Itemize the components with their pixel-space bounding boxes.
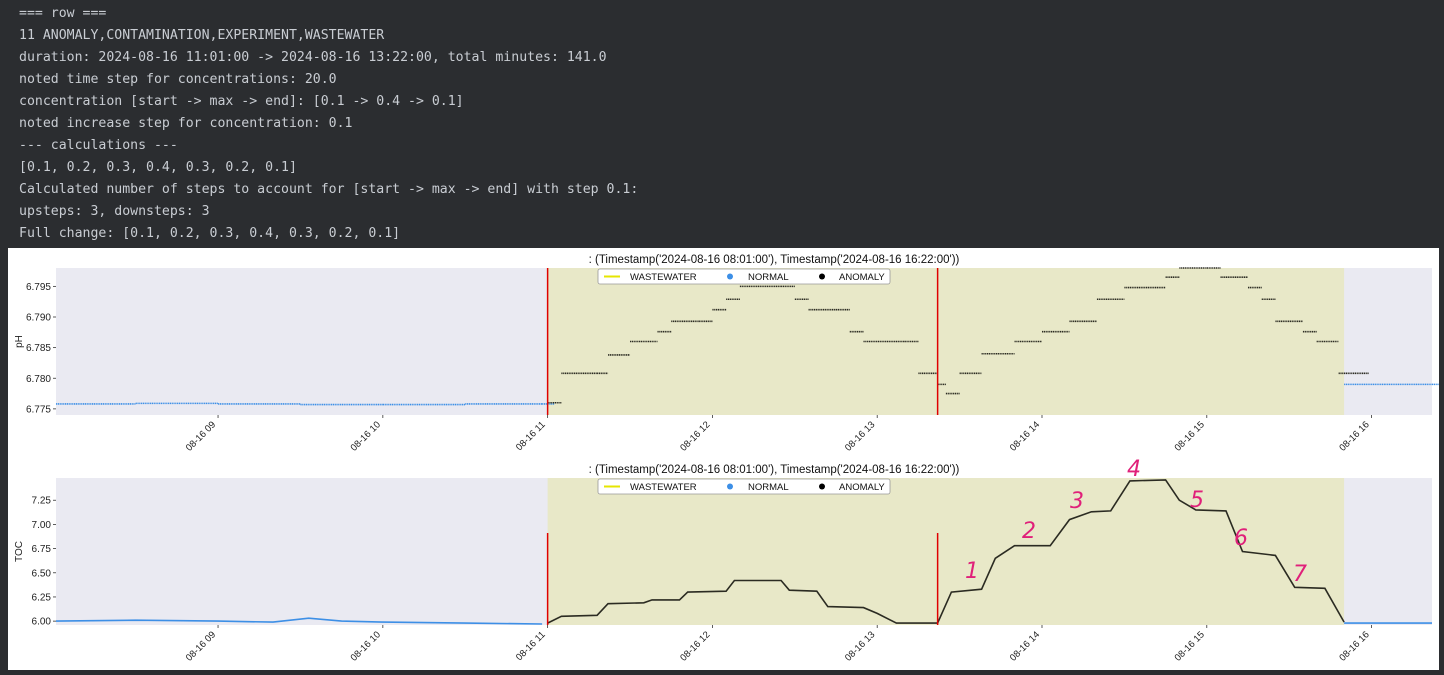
legend-anomaly-label: ANOMALY <box>839 482 885 493</box>
y-tick-label: 6.795 <box>26 282 51 293</box>
x-tick-label: 08-16 11 <box>514 629 548 663</box>
legend-normal-swatch <box>727 483 733 490</box>
y-tick-label: 6.785 <box>26 343 51 354</box>
x-tick-label: 08-16 13 <box>843 629 877 663</box>
step-annotation: 1 <box>965 559 979 584</box>
step-annotation: 2 <box>1022 519 1036 544</box>
console-line: 11 ANOMALY,CONTAMINATION,EXPERIMENT,WAST… <box>19 28 385 43</box>
x-tick-label: 08-16 14 <box>1008 419 1042 453</box>
console-line: duration: 2024-08-16 11:01:00 -> 2024-08… <box>19 50 607 65</box>
y-tick-label: 6.00 <box>32 617 52 628</box>
x-tick-label: 08-16 09 <box>184 419 218 453</box>
y-tick-label: 6.780 <box>26 374 51 385</box>
console-line: noted increase step for concentration: 0… <box>19 116 353 131</box>
x-tick-label: 08-16 12 <box>678 629 712 663</box>
x-tick-label: 08-16 10 <box>349 419 383 453</box>
y-tick-label: 6.50 <box>32 568 52 579</box>
chart-title: : (Timestamp('2024-08-16 08:01:00'), Tim… <box>589 254 960 266</box>
y-tick-label: 6.790 <box>26 313 51 324</box>
console-output: === row === 11 ANOMALY,CONTAMINATION,EXP… <box>19 3 638 245</box>
y-tick-label: 7.25 <box>32 496 52 507</box>
legend-anomaly-swatch <box>819 273 825 280</box>
ph-chart: : (Timestamp('2024-08-16 08:01:00'), Tim… <box>14 254 1439 454</box>
y-tick-label: 7.00 <box>32 520 52 531</box>
legend-anomaly-label: ANOMALY <box>839 272 885 283</box>
x-tick-label: 08-16 14 <box>1008 629 1042 663</box>
x-tick-label: 08-16 11 <box>514 419 548 453</box>
x-tick-label: 08-16 16 <box>1337 419 1371 453</box>
step-annotation: 6 <box>1234 526 1248 551</box>
x-tick-label: 08-16 15 <box>1173 629 1207 663</box>
console-line: concentration [start -> max -> end]: [0.… <box>19 94 464 109</box>
toc-chart: : (Timestamp('2024-08-16 08:01:00'), Tim… <box>14 457 1432 664</box>
plot-output-panel: : (Timestamp('2024-08-16 08:01:00'), Tim… <box>8 248 1439 670</box>
console-line: [0.1, 0.2, 0.3, 0.4, 0.3, 0.2, 0.1] <box>19 160 297 175</box>
console-line: --- calculations --- <box>19 138 178 153</box>
legend-normal-label: NORMAL <box>748 482 789 493</box>
console-line: Full change: [0.1, 0.2, 0.3, 0.4, 0.3, 0… <box>19 226 401 241</box>
step-annotation: 3 <box>1070 489 1084 514</box>
x-tick-label: 08-16 16 <box>1337 629 1371 663</box>
legend-normal-label: NORMAL <box>748 272 789 283</box>
step-annotation: 4 <box>1127 457 1141 482</box>
x-tick-label: 08-16 10 <box>349 629 383 663</box>
y-tick-label: 6.775 <box>26 404 51 415</box>
y-axis-label: TOC <box>14 541 25 562</box>
chart-title: : (Timestamp('2024-08-16 08:01:00'), Tim… <box>589 464 960 476</box>
y-tick-label: 6.25 <box>32 592 52 603</box>
legend: WASTEWATER NORMAL ANOMALY <box>597 268 891 285</box>
console-line: noted time step for concentrations: 20.0 <box>19 72 337 87</box>
console-line: upsteps: 3, downsteps: 3 <box>19 204 210 219</box>
legend-wastewater-label: WASTEWATER <box>630 272 697 283</box>
y-tick-label: 6.75 <box>32 544 52 555</box>
x-tick-label: 08-16 13 <box>843 419 877 453</box>
console-line: === row === <box>19 6 107 21</box>
console-line: Calculated number of steps to account fo… <box>19 182 639 197</box>
legend: WASTEWATER NORMAL ANOMALY <box>597 478 891 495</box>
x-tick-label: 08-16 09 <box>184 629 218 663</box>
legend-wastewater-label: WASTEWATER <box>630 482 697 493</box>
legend-normal-swatch <box>727 273 733 280</box>
chart-figure: : (Timestamp('2024-08-16 08:01:00'), Tim… <box>14 254 1439 664</box>
step-annotation: 7 <box>1293 562 1307 587</box>
x-tick-label: 08-16 15 <box>1173 419 1207 453</box>
x-tick-label: 08-16 12 <box>678 419 712 453</box>
legend-anomaly-swatch <box>819 483 825 490</box>
step-annotation: 5 <box>1190 488 1204 513</box>
y-axis-label: pH <box>14 335 25 348</box>
